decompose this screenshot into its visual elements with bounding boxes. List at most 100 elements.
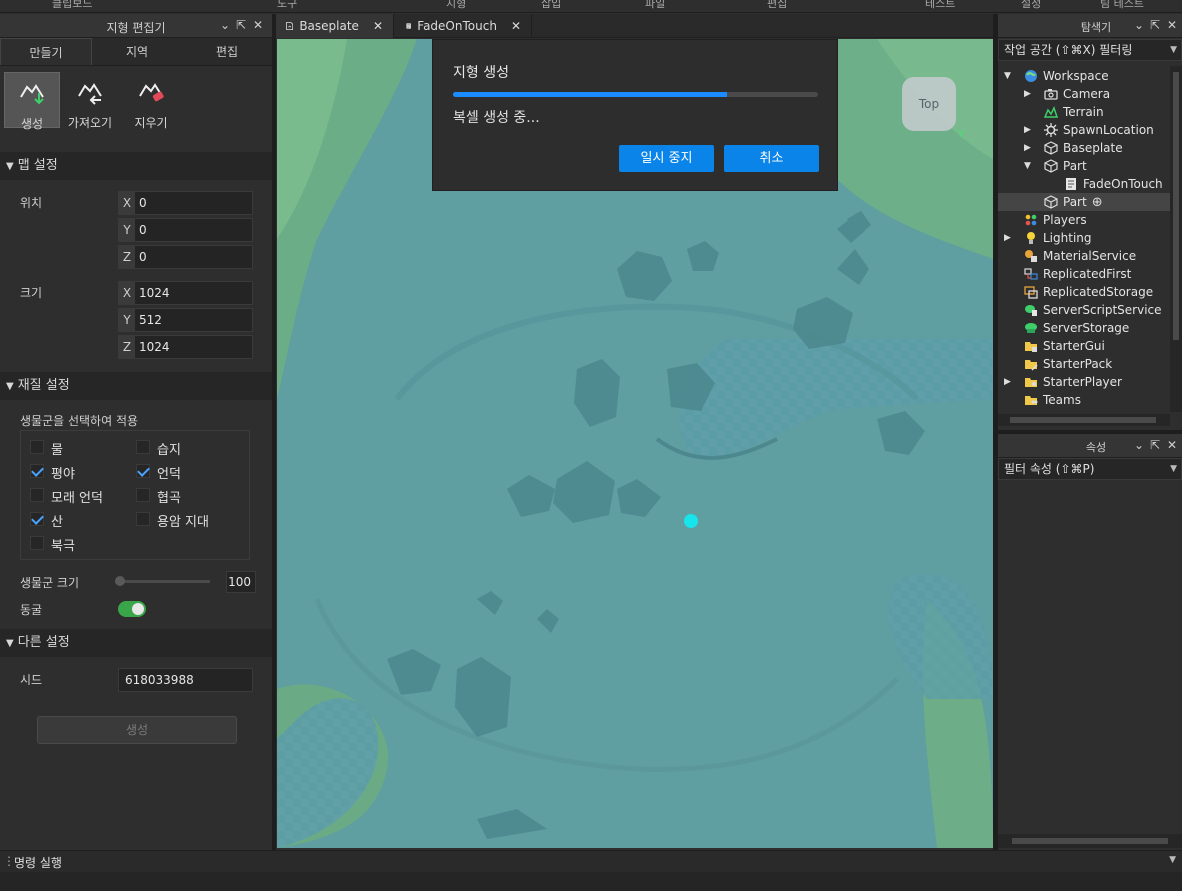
tree-item-starterplayer[interactable]: StarterPlayer xyxy=(1024,373,1122,391)
ribbon-tab-test[interactable]: 테스트 xyxy=(925,0,955,11)
undock-icon[interactable]: ⇱ xyxy=(236,18,246,32)
close-icon[interactable]: ✕ xyxy=(511,19,521,33)
ribbon-tab-file[interactable]: 파일 xyxy=(645,0,665,11)
ribbon-tab-team-test[interactable]: 팀 테스트 xyxy=(1100,0,1144,11)
tree-item-starterpack[interactable]: StarterPack xyxy=(1024,355,1112,373)
command-bar[interactable]: ⋮ 명령 실행 ▼ xyxy=(0,850,1182,872)
tree-item-serverstorage[interactable]: ServerStorage xyxy=(1024,319,1129,337)
tab-fadeontouch[interactable]: FadeOnTouch ✕ xyxy=(396,14,532,38)
tab-edit[interactable]: 편집 xyxy=(182,38,272,65)
size-y-field[interactable]: Y 512 xyxy=(118,308,253,332)
ribbon-tab-edit[interactable]: 편집 xyxy=(767,0,787,11)
scrollbar-thumb[interactable] xyxy=(1173,72,1179,340)
close-icon[interactable]: ✕ xyxy=(1167,18,1177,32)
tree-item-terrain[interactable]: Terrain xyxy=(1044,103,1104,121)
biome-dunes-checkbox[interactable] xyxy=(30,488,44,502)
pause-button[interactable]: 일시 중지 xyxy=(619,145,714,172)
tool-clear[interactable]: 지우기 xyxy=(123,72,179,130)
tab-baseplate[interactable]: Baseplate ✕ xyxy=(276,14,394,38)
tree-item-teams[interactable]: Teams xyxy=(1024,391,1081,409)
properties-filter-input[interactable]: 필터 속성 (⇧⌘P) ▼ xyxy=(998,458,1182,480)
tool-generate[interactable]: 생성 xyxy=(4,72,60,131)
seed-input[interactable]: 618033988 xyxy=(118,668,253,692)
undock-icon[interactable]: ⇱ xyxy=(1150,18,1160,32)
chevron-down-icon[interactable]: ▼ xyxy=(1169,855,1176,865)
tree-item-startergui[interactable]: StarterGui xyxy=(1024,337,1105,355)
chevron-down-icon[interactable]: ▼ xyxy=(1170,40,1177,60)
biome-lavascape-checkbox[interactable] xyxy=(136,512,150,526)
expand-arrow-icon[interactable]: ▶ xyxy=(1024,89,1031,99)
size-x-field[interactable]: X 1024 xyxy=(118,281,253,305)
add-object-icon[interactable]: ⊕ xyxy=(1092,195,1103,210)
tab-create[interactable]: 만들기 xyxy=(0,38,92,65)
scrollbar-thumb[interactable] xyxy=(1010,417,1156,423)
chevron-down-icon[interactable]: ▼ xyxy=(1170,459,1177,479)
section-material-settings[interactable]: ▼ 재질 설정 xyxy=(0,372,272,400)
ribbon-tab-tools[interactable]: 도구 xyxy=(277,0,297,11)
biome-size-slider-knob[interactable] xyxy=(115,576,125,586)
biome-water-checkbox[interactable] xyxy=(30,440,44,454)
tree-item-baseplate[interactable]: Baseplate xyxy=(1044,139,1123,157)
scrollbar-thumb[interactable] xyxy=(1012,838,1168,844)
tab-region[interactable]: 지역 xyxy=(92,38,182,65)
expand-arrow-icon[interactable]: ▶ xyxy=(1024,125,1031,135)
tree-item-players[interactable]: Players xyxy=(1024,211,1087,229)
cancel-button[interactable]: 취소 xyxy=(724,145,819,172)
view-cube[interactable]: Top Y xyxy=(900,75,964,140)
chevron-down-icon[interactable]: ⌄ xyxy=(1134,18,1144,32)
position-z-field[interactable]: Z0 xyxy=(118,245,253,269)
close-icon[interactable]: ✕ xyxy=(1167,438,1177,452)
ribbon-tab-terrain[interactable]: 지형 xyxy=(446,0,466,11)
tree-item-part[interactable]: Part xyxy=(1044,157,1087,175)
biome-plains-checkbox[interactable] xyxy=(30,464,44,478)
size-z-field[interactable]: Z 1024 xyxy=(118,335,253,359)
chevron-down-icon[interactable]: ⌄ xyxy=(220,18,230,32)
expand-arrow-icon[interactable]: ▶ xyxy=(1004,233,1011,243)
biome-hills-checkbox[interactable] xyxy=(136,464,150,478)
tree-item-lighting[interactable]: Lighting xyxy=(1024,229,1092,247)
close-icon[interactable]: ✕ xyxy=(373,19,383,33)
section-map-settings[interactable]: ▼ 맵 설정 xyxy=(0,152,272,180)
generate-button[interactable]: 생성 xyxy=(37,716,237,744)
properties-horizontal-scrollbar[interactable] xyxy=(998,834,1182,848)
biome-size-slider[interactable] xyxy=(118,580,210,583)
view-cube-face-top[interactable]: Top xyxy=(902,77,956,131)
expand-arrow-icon[interactable]: ▼ xyxy=(1024,161,1031,171)
biome-size-input[interactable]: 100 xyxy=(226,571,256,593)
tree-item-workspace[interactable]: Workspace xyxy=(1024,67,1109,85)
explorer-vertical-scrollbar[interactable] xyxy=(1170,66,1182,412)
expand-arrow-icon[interactable]: ▼ xyxy=(1004,71,1011,81)
close-icon[interactable]: ✕ xyxy=(253,18,263,32)
expand-arrow-icon[interactable]: ▶ xyxy=(1004,377,1011,387)
ribbon-tab-clipboard[interactable]: 클립보드 xyxy=(52,0,92,11)
undock-icon[interactable]: ⇱ xyxy=(1150,438,1160,452)
position-y-field[interactable]: Y0 xyxy=(118,218,253,242)
panel-splitter[interactable] xyxy=(272,14,276,850)
biome-canyons-checkbox[interactable] xyxy=(136,488,150,502)
tree-item-fadeontouch[interactable]: FadeOnTouch xyxy=(1064,175,1163,193)
tree-item-replicatedfirst[interactable]: ReplicatedFirst xyxy=(1024,265,1131,283)
tree-item-spawnlocation[interactable]: SpawnLocation xyxy=(1044,121,1154,139)
chevron-down-icon[interactable]: ⌄ xyxy=(1134,438,1144,452)
explorer-horizontal-scrollbar[interactable] xyxy=(998,414,1170,426)
position-x-field[interactable]: X0 xyxy=(118,191,253,215)
biome-list: 물 습지 평야 언덕 모래 언덕 협곡 산 용암 지대 북극 xyxy=(0,430,272,560)
ribbon-tab-settings[interactable]: 설정 xyxy=(1021,0,1041,11)
tool-import[interactable]: 가져오기 xyxy=(62,72,118,130)
section-other-settings[interactable]: ▼ 다른 설정 xyxy=(0,629,272,657)
ribbon-tab-insert[interactable]: 삽입 xyxy=(541,0,561,11)
biome-arctic-checkbox[interactable] xyxy=(30,536,44,550)
caves-toggle[interactable] xyxy=(118,601,146,617)
biome-mountains-checkbox[interactable] xyxy=(30,512,44,526)
tree-item-camera[interactable]: Camera xyxy=(1044,85,1110,103)
biome-marsh-checkbox[interactable] xyxy=(136,440,150,454)
axis-z-label: Z xyxy=(119,336,135,358)
explorer-filter-input[interactable]: 작업 공간 (⇧⌘X) 필터링 ▼ xyxy=(998,39,1182,61)
expand-arrow-icon[interactable]: ▶ xyxy=(1024,143,1031,153)
biome-instruction: 생물군을 선택하여 적용 xyxy=(20,414,139,428)
tree-item-replicatedstorage[interactable]: ReplicatedStorage xyxy=(1024,283,1153,301)
tree-item-materialservice[interactable]: MaterialService xyxy=(1024,247,1136,265)
command-input-area[interactable] xyxy=(0,872,1182,891)
tree-item-part-selected[interactable]: Part ⊕ xyxy=(998,193,1170,211)
tree-item-serverscriptservice[interactable]: ServerScriptService xyxy=(1024,301,1162,319)
